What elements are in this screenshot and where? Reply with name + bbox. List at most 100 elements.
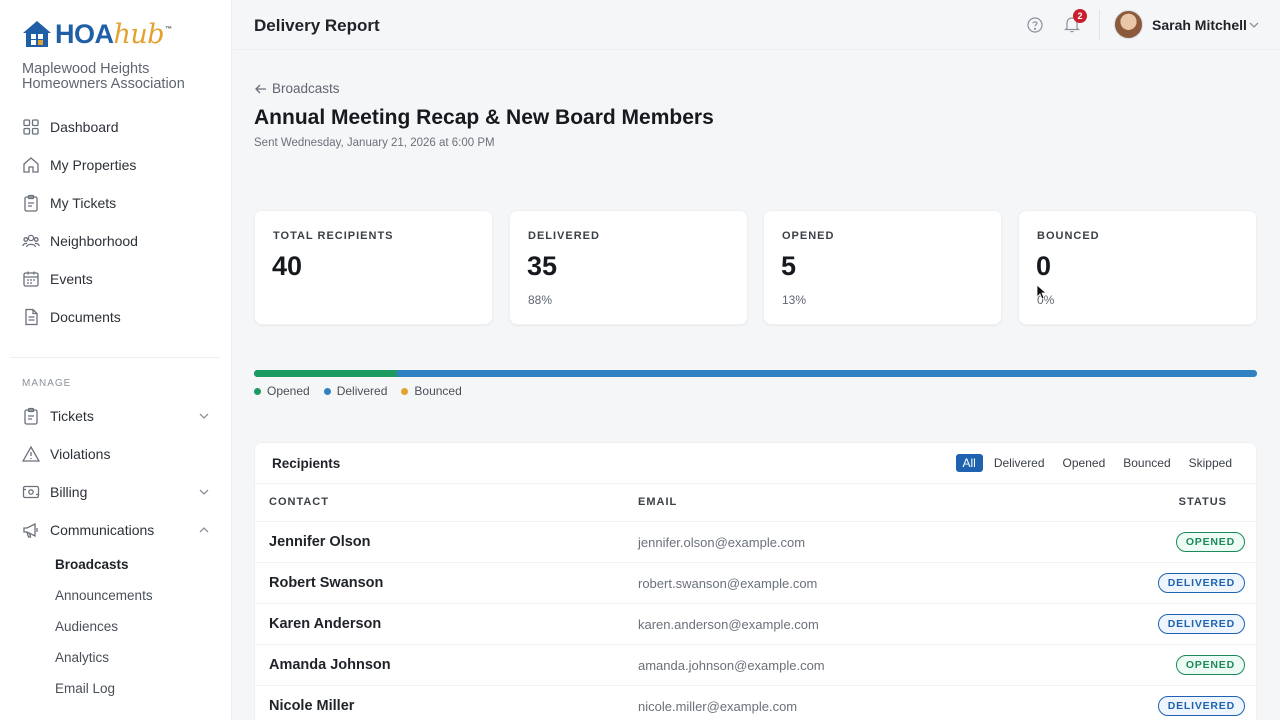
contact-name: Jennifer Olson [269, 534, 371, 550]
stat-percent: 13% [782, 293, 807, 307]
people-icon [22, 234, 40, 248]
sidebar-subitem-broadcasts[interactable]: Broadcasts [55, 557, 129, 572]
sidebar-item-violations[interactable]: Violations [22, 442, 212, 466]
sidebar-item-documents[interactable]: Documents [22, 305, 212, 329]
sidebar-item-billing[interactable]: Billing [22, 480, 212, 504]
sidebar-item-my-properties[interactable]: My Properties [22, 153, 212, 177]
legend-dot-icon [254, 387, 261, 395]
sidebar-item-label: Events [50, 271, 93, 287]
chevron-down-icon[interactable] [198, 486, 210, 498]
help-icon[interactable] [1027, 17, 1043, 33]
back-link-label: Broadcasts [272, 81, 340, 96]
back-to-broadcasts-link[interactable]: Broadcasts [254, 81, 340, 96]
sidebar-subitem-announcements[interactable]: Announcements [55, 588, 153, 603]
filter-delivered[interactable]: Delivered [987, 454, 1052, 472]
stat-value: 35 [527, 251, 558, 281]
table-row[interactable]: Karen Anderson karen.anderson@example.co… [255, 603, 1256, 644]
column-header-email[interactable]: EMAIL [638, 496, 677, 508]
sidebar-item-label: Billing [50, 484, 88, 500]
progress-segment-delivered [397, 370, 1257, 377]
legend-label: Delivered [336, 384, 388, 398]
warning-icon [22, 445, 40, 462]
sidebar-item-tickets[interactable]: Tickets [22, 404, 212, 428]
sidebar-item-neighborhood[interactable]: Neighborhood [22, 229, 212, 253]
table-row[interactable]: Nicole Miller nicole.miller@example.com … [255, 685, 1256, 720]
filter-opened[interactable]: Opened [1056, 454, 1113, 472]
calendar-icon [23, 271, 39, 287]
logo[interactable]: HOAhub™ [22, 20, 172, 48]
contact-email: amanda.johnson@example.com [638, 658, 825, 673]
filter-bounced[interactable]: Bounced [1116, 454, 1177, 472]
sidebar-item-my-tickets[interactable]: My Tickets [22, 191, 212, 215]
table-row[interactable]: Jennifer Olson jennifer.olson@example.co… [255, 521, 1256, 562]
stat-card-total-recipients: TOTAL RECIPIENTS 40 [254, 210, 493, 325]
legend-item-bounced: Bounced [401, 384, 462, 398]
legend-dot-icon [401, 387, 409, 395]
status-badge: DELIVERED [1157, 614, 1245, 634]
page-title: Delivery Report [254, 16, 380, 35]
contact-email: karen.anderson@example.com [638, 617, 819, 632]
contact-email: robert.swanson@example.com [638, 576, 818, 591]
delivery-progress-bar [254, 370, 1257, 377]
avatar[interactable] [1114, 10, 1143, 39]
sidebar-item-communications[interactable]: Communications [22, 518, 212, 542]
contact-email: nicole.miller@example.com [638, 699, 798, 714]
org-name: Maplewood Heights Homeowners Association [22, 61, 185, 92]
legend-dot-icon [323, 387, 331, 395]
stat-value: 40 [272, 251, 303, 281]
notification-count-badge: 2 [1073, 9, 1087, 23]
sidebar-subitem-email-log[interactable]: Email Log [55, 681, 115, 696]
legend-item-opened: Opened [254, 384, 310, 398]
sidebar-item-label: Dashboard [50, 119, 119, 135]
logo-tm: ™ [165, 25, 172, 33]
clipboard-icon [24, 194, 38, 212]
contact-name: Karen Anderson [269, 616, 382, 632]
sidebar-item-label: My Tickets [50, 195, 117, 211]
filter-skipped[interactable]: Skipped [1182, 454, 1239, 472]
chevron-down-icon[interactable] [198, 410, 210, 422]
contact-name: Robert Swanson [269, 575, 384, 591]
status-badge: OPENED [1175, 655, 1245, 675]
topbar-separator [1099, 10, 1100, 40]
stat-label: OPENED [782, 230, 835, 242]
contact-name: Nicole Miller [269, 698, 355, 714]
logo-hub-text: hub [113, 18, 165, 50]
sidebar: HOAhub™ Maplewood Heights Homeowners Ass… [0, 0, 232, 720]
sidebar-item-label: Documents [50, 309, 121, 325]
clipboard-icon [24, 407, 38, 425]
column-header-status[interactable]: STATUS [1179, 496, 1227, 508]
status-badge: DELIVERED [1157, 573, 1245, 593]
mouse-cursor-icon [1036, 284, 1046, 300]
broadcast-title: Annual Meeting Recap & New Board Members [254, 106, 714, 129]
recipients-table: Recipients All Delivered Opened Bounced … [254, 442, 1257, 720]
sidebar-item-dashboard[interactable]: Dashboard [22, 115, 212, 139]
chevron-down-icon[interactable] [1248, 19, 1260, 31]
sent-date: Sent Wednesday, January 21, 2026 at 6:00… [254, 137, 495, 149]
filter-all[interactable]: All [955, 454, 983, 472]
contact-name: Amanda Johnson [269, 657, 391, 673]
sidebar-item-label: Neighborhood [50, 233, 138, 249]
sidebar-item-events[interactable]: Events [22, 267, 212, 291]
stat-label: BOUNCED [1037, 230, 1100, 242]
legend-item-delivered: Delivered [323, 384, 388, 398]
stat-card-bounced: BOUNCED 0 0% [1018, 210, 1257, 325]
user-name[interactable]: Sarah Mitchell [1152, 17, 1247, 33]
sidebar-subitem-analytics[interactable]: Analytics [55, 650, 109, 665]
document-icon [25, 308, 38, 326]
stat-card-delivered: DELIVERED 35 88% [509, 210, 748, 325]
table-row[interactable]: Robert Swanson robert.swanson@example.co… [255, 562, 1256, 603]
billing-icon [22, 485, 40, 499]
top-bar: Delivery Report 2 Sarah Mitchell [233, 0, 1280, 50]
table-row[interactable]: Amanda Johnson amanda.johnson@example.co… [255, 644, 1256, 685]
home-icon [23, 157, 39, 173]
stat-percent: 88% [528, 293, 553, 307]
house-logo-icon [23, 21, 51, 47]
column-header-contact[interactable]: CONTACT [269, 496, 329, 508]
manage-section-label: MANAGE [22, 378, 72, 389]
stat-label: TOTAL RECIPIENTS [273, 230, 394, 242]
progress-segment-opened [254, 370, 398, 377]
dashboard-icon [23, 119, 39, 135]
stat-label: DELIVERED [528, 230, 600, 242]
sidebar-subitem-audiences[interactable]: Audiences [55, 619, 118, 634]
chevron-up-icon[interactable] [198, 524, 210, 536]
